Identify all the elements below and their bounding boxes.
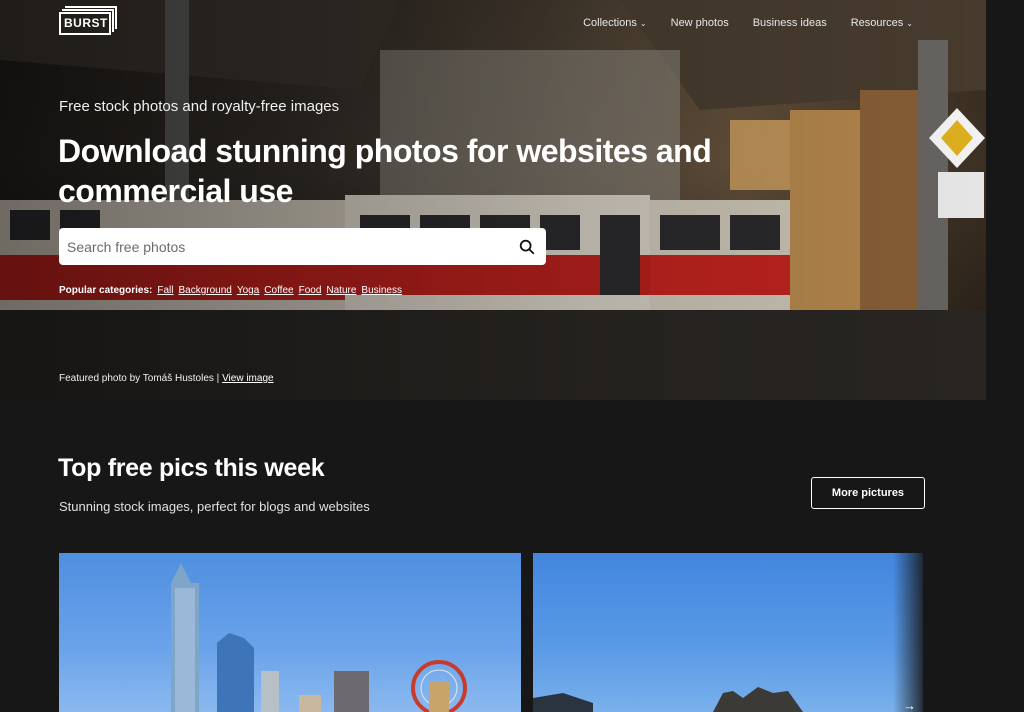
burst-logo[interactable]: BURST xyxy=(59,6,117,37)
popular-categories-label: Popular categories: xyxy=(59,285,153,296)
coastline-photo xyxy=(533,687,803,712)
view-image-link[interactable]: View image xyxy=(222,373,274,384)
nav-collections-label: Collections xyxy=(583,17,637,29)
search-icon[interactable] xyxy=(518,238,536,256)
chevron-down-icon: ⌄ xyxy=(906,18,913,28)
city-skyline-photo xyxy=(171,563,467,712)
more-pictures-button[interactable]: More pictures xyxy=(811,477,925,509)
nav-resources[interactable]: Resources ⌄ xyxy=(851,17,913,29)
nav-collections[interactable]: Collections ⌄ xyxy=(583,17,647,29)
section-subtitle: Stunning stock images, perfect for blogs… xyxy=(59,499,370,514)
category-link-nature[interactable]: Nature xyxy=(326,285,356,296)
category-link-fall[interactable]: Fall xyxy=(157,285,173,296)
category-link-coffee[interactable]: Coffee xyxy=(264,285,293,296)
nav-business-ideas-label: Business ideas xyxy=(752,17,827,29)
category-link-food[interactable]: Food xyxy=(299,285,322,296)
section-title: Top free pics this week xyxy=(58,454,325,482)
hero-banner: BURST Collections ⌄ New photos Business … xyxy=(0,0,986,400)
search-bar xyxy=(59,228,546,265)
popular-categories: Popular categories: Fall Background Yoga… xyxy=(59,285,402,296)
logo-text: BURST xyxy=(64,16,108,30)
category-link-yoga[interactable]: Yoga xyxy=(237,285,259,296)
nav-new-photos[interactable]: New photos xyxy=(671,17,729,29)
nav-new-photos-label: New photos xyxy=(670,17,729,29)
hero-headline: Download stunning photos for websites an… xyxy=(58,133,712,209)
main-nav: Collections ⌄ New photos Business ideas … xyxy=(583,17,913,29)
nav-resources-label: Resources xyxy=(850,17,904,29)
category-link-business[interactable]: Business xyxy=(361,285,402,296)
hero-subtitle: Free stock photos and royalty-free image… xyxy=(59,98,340,115)
nav-business-ideas[interactable]: Business ideas xyxy=(753,17,827,29)
photo-card[interactable] xyxy=(59,553,521,712)
category-link-background[interactable]: Background xyxy=(178,285,231,296)
carousel-edge-fade xyxy=(893,553,923,712)
search-input[interactable] xyxy=(67,238,518,255)
arrow-right-icon[interactable]: → xyxy=(903,698,916,712)
chevron-down-icon: ⌄ xyxy=(639,18,647,28)
photo-card[interactable] xyxy=(533,553,923,712)
photo-credit: Featured photo by Tomáš Hustoles | View … xyxy=(59,373,274,384)
photo-credit-text: Featured photo by Tomáš Hustoles | xyxy=(59,373,220,384)
